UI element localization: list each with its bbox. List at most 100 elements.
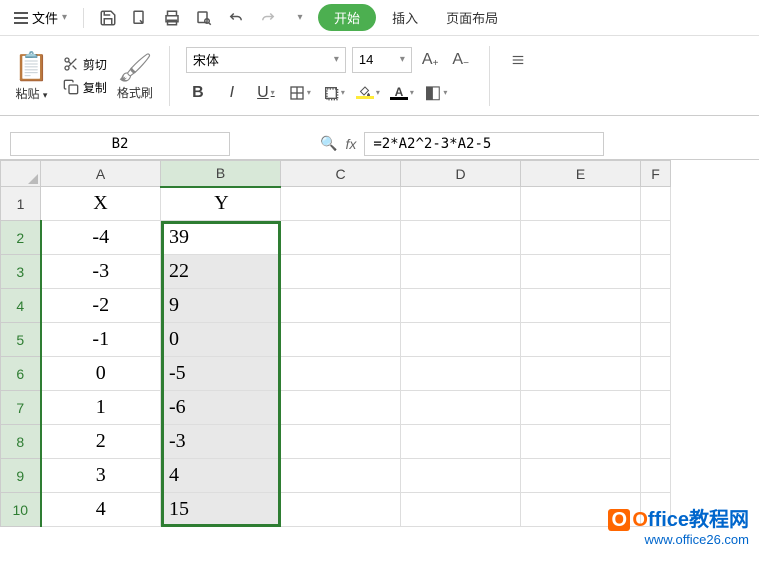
cell[interactable]: -1 <box>41 323 161 357</box>
row-header[interactable]: 4 <box>1 289 41 323</box>
font-name-select[interactable]: 宋体▾ <box>186 47 346 73</box>
cell[interactable] <box>281 221 401 255</box>
paste-group[interactable]: 📋 粘贴 ▾ <box>10 50 53 102</box>
cell[interactable] <box>401 391 521 425</box>
row-header[interactable]: 1 <box>1 187 41 221</box>
cell[interactable] <box>521 323 641 357</box>
cell[interactable]: -3 <box>41 255 161 289</box>
print-icon[interactable] <box>158 4 186 32</box>
row-header[interactable]: 6 <box>1 357 41 391</box>
select-all-corner[interactable] <box>1 161 41 187</box>
cell[interactable]: 39 <box>161 221 281 255</box>
preview-icon[interactable] <box>190 4 218 32</box>
cell[interactable] <box>521 255 641 289</box>
cell[interactable] <box>281 425 401 459</box>
row-header[interactable]: 3 <box>1 255 41 289</box>
cell[interactable] <box>281 289 401 323</box>
cell[interactable] <box>521 289 641 323</box>
col-header-F[interactable]: F <box>641 161 671 187</box>
cell[interactable]: 1 <box>41 391 161 425</box>
cell[interactable]: 0 <box>161 323 281 357</box>
row-header[interactable]: 2 <box>1 221 41 255</box>
cell[interactable] <box>401 493 521 527</box>
cell[interactable]: 4 <box>41 493 161 527</box>
col-header-A[interactable]: A <box>41 161 161 187</box>
row-header[interactable]: 10 <box>1 493 41 527</box>
align-button[interactable] <box>506 48 530 72</box>
cell[interactable] <box>281 323 401 357</box>
cell[interactable]: 15 <box>161 493 281 527</box>
font-color-button[interactable]: A ▾ <box>390 81 414 105</box>
cell[interactable] <box>641 187 671 221</box>
col-header-E[interactable]: E <box>521 161 641 187</box>
row-header[interactable]: 8 <box>1 425 41 459</box>
cell[interactable]: 22 <box>161 255 281 289</box>
cell[interactable] <box>401 459 521 493</box>
zoom-icon[interactable]: 🔍 <box>320 135 337 152</box>
fill-color-button[interactable]: ▾ <box>356 81 380 105</box>
cell[interactable] <box>641 255 671 289</box>
redo-icon[interactable] <box>254 4 282 32</box>
cell[interactable]: 9 <box>161 289 281 323</box>
cell[interactable] <box>281 187 401 221</box>
cell[interactable] <box>641 323 671 357</box>
increase-font-button[interactable]: A+ <box>418 49 443 71</box>
cell[interactable] <box>641 391 671 425</box>
cell[interactable] <box>521 221 641 255</box>
more-dropdown-icon[interactable]: ▾ <box>286 4 314 32</box>
col-header-C[interactable]: C <box>281 161 401 187</box>
cell[interactable]: -5 <box>161 357 281 391</box>
cell[interactable]: -4 <box>41 221 161 255</box>
italic-button[interactable]: I <box>220 81 244 105</box>
format-painter-button[interactable]: 🖌 格式刷 <box>117 51 153 101</box>
cell[interactable] <box>281 255 401 289</box>
cell-style-button[interactable]: ▾ <box>322 81 346 105</box>
border-button[interactable]: ▾ <box>288 81 312 105</box>
print-preview-icon[interactable] <box>126 4 154 32</box>
cell[interactable]: X <box>41 187 161 221</box>
cell[interactable] <box>401 187 521 221</box>
cell[interactable] <box>401 425 521 459</box>
cell[interactable] <box>401 255 521 289</box>
cell[interactable]: -2 <box>41 289 161 323</box>
cell[interactable] <box>521 391 641 425</box>
cell[interactable] <box>641 425 671 459</box>
cell[interactable] <box>521 187 641 221</box>
cell[interactable] <box>641 289 671 323</box>
cell[interactable]: 3 <box>41 459 161 493</box>
font-size-select[interactable]: 14▾ <box>352 47 412 73</box>
cell[interactable] <box>281 391 401 425</box>
bold-button[interactable]: B <box>186 81 210 105</box>
col-header-D[interactable]: D <box>401 161 521 187</box>
cell[interactable]: Y <box>161 187 281 221</box>
col-header-B[interactable]: B <box>161 161 281 187</box>
tab-insert[interactable]: 插入 <box>380 4 430 31</box>
file-menu-button[interactable]: 文件 ▾ <box>8 6 73 29</box>
tab-page-layout[interactable]: 页面布局 <box>434 4 510 31</box>
cell[interactable] <box>401 323 521 357</box>
copy-button[interactable]: 复制 <box>63 79 107 96</box>
formula-input[interactable]: =2*A2^2-3*A2-5 <box>364 132 604 156</box>
cell[interactable]: 2 <box>41 425 161 459</box>
cell[interactable] <box>281 357 401 391</box>
cell[interactable] <box>641 221 671 255</box>
row-header[interactable]: 7 <box>1 391 41 425</box>
name-box[interactable]: B2 <box>10 132 230 156</box>
cell[interactable]: 0 <box>41 357 161 391</box>
row-header[interactable]: 5 <box>1 323 41 357</box>
cell[interactable] <box>401 289 521 323</box>
cell[interactable] <box>281 459 401 493</box>
cell[interactable] <box>521 357 641 391</box>
cell[interactable] <box>401 221 521 255</box>
underline-button[interactable]: U▾ <box>254 81 278 105</box>
cell[interactable] <box>521 459 641 493</box>
cell[interactable] <box>281 493 401 527</box>
row-header[interactable]: 9 <box>1 459 41 493</box>
cell[interactable] <box>521 425 641 459</box>
save-icon[interactable] <box>94 4 122 32</box>
cell[interactable] <box>641 357 671 391</box>
cut-button[interactable]: 剪切 <box>63 56 107 73</box>
cell[interactable]: -6 <box>161 391 281 425</box>
fx-button[interactable]: fx <box>345 136 356 152</box>
cell[interactable] <box>401 357 521 391</box>
